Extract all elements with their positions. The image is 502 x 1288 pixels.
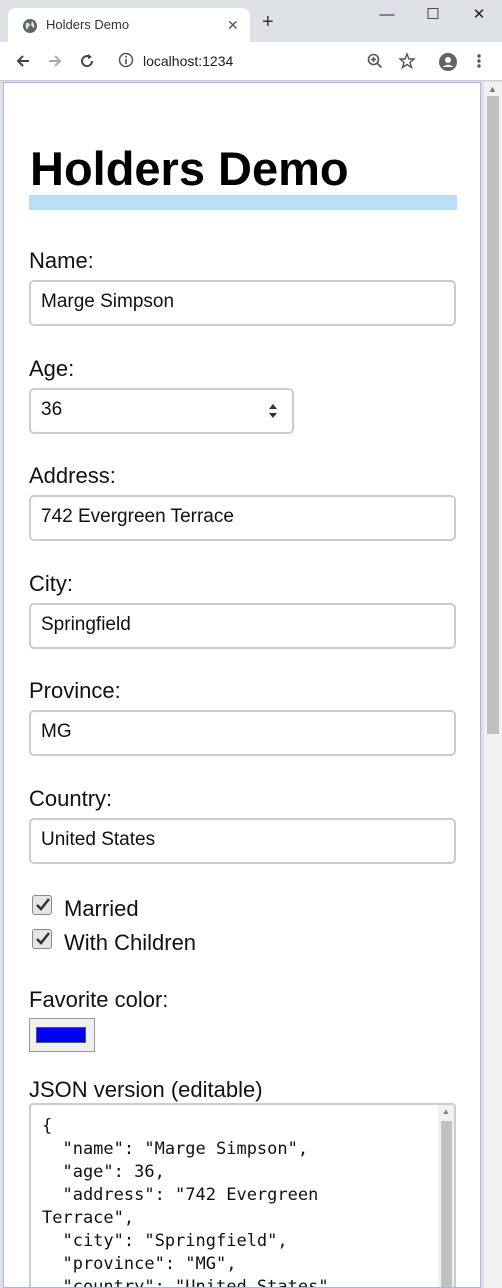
info-icon[interactable] [118, 52, 134, 68]
province-input[interactable]: MG [29, 710, 456, 756]
forward-arrow-icon[interactable] [46, 52, 64, 70]
profile-icon[interactable] [438, 52, 458, 72]
minimize-button[interactable]: — [364, 0, 410, 32]
json-scrollbar[interactable]: ▲ [438, 1105, 454, 1287]
spinner-icon[interactable] [268, 402, 278, 420]
tab-close-icon[interactable]: ✕ [227, 17, 239, 34]
tab-title: Holders Demo [46, 17, 130, 32]
color-picker[interactable] [29, 1018, 95, 1052]
city-input[interactable]: Springfield [29, 603, 456, 649]
country-input[interactable]: United States [29, 818, 456, 864]
scroll-up-icon[interactable]: ▲ [488, 84, 497, 94]
maximize-button[interactable]: ☐ [410, 0, 456, 32]
name-label: Name: [29, 248, 94, 273]
address-label: Address: [29, 463, 116, 488]
name-input[interactable]: Marge Simpson [29, 280, 456, 326]
address-bar[interactable]: localhost:1234 [143, 53, 233, 69]
city-label: City: [29, 571, 73, 596]
zoom-icon[interactable] [366, 52, 384, 70]
married-label: Married [64, 896, 139, 921]
age-input[interactable]: 36 [29, 388, 294, 434]
favorite-color-label: Favorite color: [29, 987, 169, 1012]
age-value: 36 [41, 399, 63, 420]
children-label: With Children [64, 930, 197, 955]
color-swatch [36, 1027, 86, 1043]
page-title: Holders Demo [30, 142, 349, 195]
title-underline [29, 195, 457, 210]
browser-tab[interactable]: Holders Demo ✕ [8, 8, 250, 42]
title-bar: Holders Demo ✕ + — ☐ ✕ [0, 0, 502, 42]
checkmark-icon [36, 932, 50, 945]
reload-icon[interactable] [78, 52, 96, 70]
page-scrollbar[interactable]: ▲ [484, 82, 502, 1288]
json-text: { "name": "Marge Simpson", "age": 36, "a… [42, 1116, 339, 1288]
checkmark-icon [36, 898, 50, 911]
json-textarea[interactable]: { "name": "Marge Simpson", "age": 36, "a… [29, 1103, 456, 1288]
children-checkbox[interactable] [32, 929, 52, 949]
menu-icon[interactable] [474, 52, 484, 70]
back-arrow-icon[interactable] [14, 52, 32, 70]
age-label: Age: [29, 356, 75, 381]
json-scroll-thumb[interactable] [441, 1121, 452, 1287]
bookmark-star-icon[interactable] [398, 52, 416, 70]
province-label: Province: [29, 678, 121, 703]
page-viewport: Holders Demo Name: Marge Simpson Age: 36… [3, 82, 481, 1288]
scroll-up-icon[interactable]: ▲ [442, 1107, 450, 1116]
globe-icon [23, 19, 37, 33]
json-label: JSON version (editable) [29, 1077, 263, 1102]
close-window-button[interactable]: ✕ [456, 0, 502, 32]
new-tab-button[interactable]: + [262, 12, 274, 32]
country-label: Country: [29, 786, 113, 811]
married-checkbox[interactable] [32, 895, 52, 915]
address-input[interactable]: 742 Evergreen Terrace [29, 495, 456, 541]
page-scroll-thumb[interactable] [487, 96, 499, 734]
browser-toolbar: localhost:1234 [0, 42, 502, 81]
